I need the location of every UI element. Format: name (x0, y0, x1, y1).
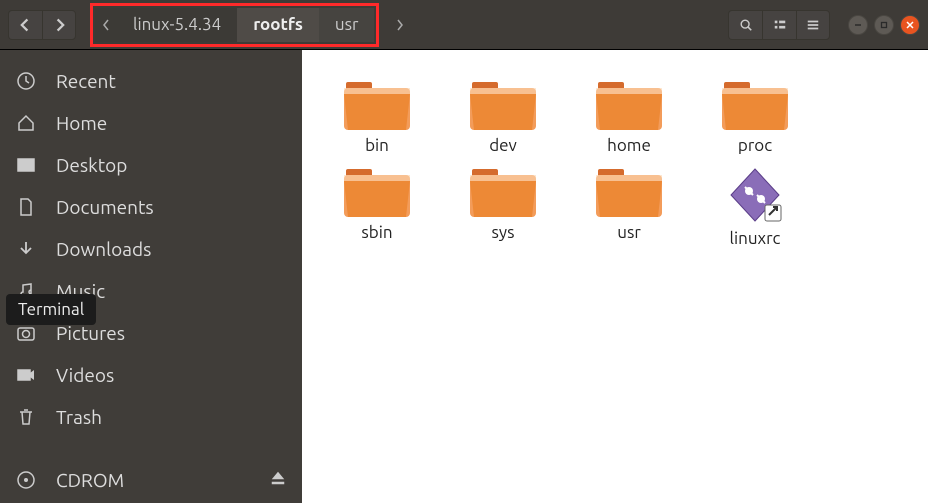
link-file-icon (727, 167, 783, 223)
folder-icon (344, 80, 410, 130)
sidebar-item-label: Documents (56, 196, 154, 218)
toolbar-right-group (728, 10, 830, 40)
item-label: proc (738, 136, 772, 155)
folder-item[interactable]: usr (574, 167, 684, 248)
sidebar-item-label: Videos (56, 364, 114, 386)
breadcrumb-back-icon[interactable] (95, 8, 117, 42)
view-mode-button[interactable] (762, 10, 796, 40)
trash-icon (14, 407, 38, 427)
folder-item[interactable]: home (574, 80, 684, 155)
sidebar-item-cdrom[interactable]: CDROM (0, 458, 302, 502)
folder-item[interactable]: dev (448, 80, 558, 155)
disc-icon (14, 470, 38, 490)
sidebar-item-label: Trash (56, 406, 102, 428)
item-label: sbin (361, 223, 392, 242)
folder-item[interactable]: proc (700, 80, 810, 155)
toolbar: linux-5.4.34 rootfs usr (0, 0, 928, 50)
content-area[interactable]: bin dev home proc sbin sys usr linuxrc (302, 50, 928, 503)
maximize-button[interactable] (874, 15, 894, 35)
sidebar-item-home[interactable]: Home (0, 102, 302, 144)
sidebar: Recent Home Desktop Documents Downloads … (0, 50, 302, 503)
folder-icon (344, 167, 410, 217)
item-label: usr (617, 223, 641, 242)
sidebar-item-label: Home (56, 112, 107, 134)
back-button[interactable] (8, 10, 42, 40)
sidebar-item-videos[interactable]: Videos (0, 354, 302, 396)
menu-button[interactable] (796, 10, 830, 40)
sidebar-item-label: Desktop (56, 154, 127, 176)
item-label: dev (489, 136, 517, 155)
document-icon (14, 197, 38, 217)
search-button[interactable] (728, 10, 762, 40)
folder-icon (722, 80, 788, 130)
file-item[interactable]: linuxrc (700, 167, 810, 248)
home-icon (14, 113, 38, 133)
nav-group (8, 10, 76, 40)
clock-icon (14, 71, 38, 91)
forward-button[interactable] (42, 10, 76, 40)
folder-item[interactable]: bin (322, 80, 432, 155)
breadcrumb: linux-5.4.34 rootfs usr (90, 3, 379, 47)
folder-icon (596, 167, 662, 217)
download-icon (14, 239, 38, 259)
camera-icon (14, 323, 38, 343)
sidebar-item-trash[interactable]: Trash (0, 396, 302, 438)
sidebar-item-label: Recent (56, 70, 116, 92)
desktop-icon (14, 155, 38, 175)
sidebar-item-label: Downloads (56, 238, 151, 260)
eject-icon[interactable] (268, 468, 288, 492)
sidebar-item-label: CDROM (56, 469, 124, 491)
breadcrumb-segment-prev[interactable]: linux-5.4.34 (117, 8, 237, 42)
item-label: linuxrc (730, 229, 781, 248)
minimize-button[interactable] (848, 15, 868, 35)
tooltip: Terminal (6, 294, 96, 325)
sidebar-item-label: Pictures (56, 322, 125, 344)
video-icon (14, 365, 38, 385)
item-label: sys (492, 223, 515, 242)
close-button[interactable] (900, 15, 920, 35)
folder-item[interactable]: sys (448, 167, 558, 248)
sidebar-item-downloads[interactable]: Downloads (0, 228, 302, 270)
folder-item[interactable]: sbin (322, 167, 432, 248)
item-label: bin (365, 136, 389, 155)
sidebar-item-documents[interactable]: Documents (0, 186, 302, 228)
folder-icon (470, 80, 536, 130)
breadcrumb-forward-icon[interactable] (387, 19, 413, 31)
breadcrumb-segment-active[interactable]: rootfs (237, 8, 319, 42)
folder-icon (596, 80, 662, 130)
window-controls (848, 15, 920, 35)
folder-icon (470, 167, 536, 217)
sidebar-item-desktop[interactable]: Desktop (0, 144, 302, 186)
item-label: home (607, 136, 651, 155)
sidebar-item-recent[interactable]: Recent (0, 60, 302, 102)
body-area: Recent Home Desktop Documents Downloads … (0, 50, 928, 503)
breadcrumb-segment-next[interactable]: usr (319, 8, 375, 42)
